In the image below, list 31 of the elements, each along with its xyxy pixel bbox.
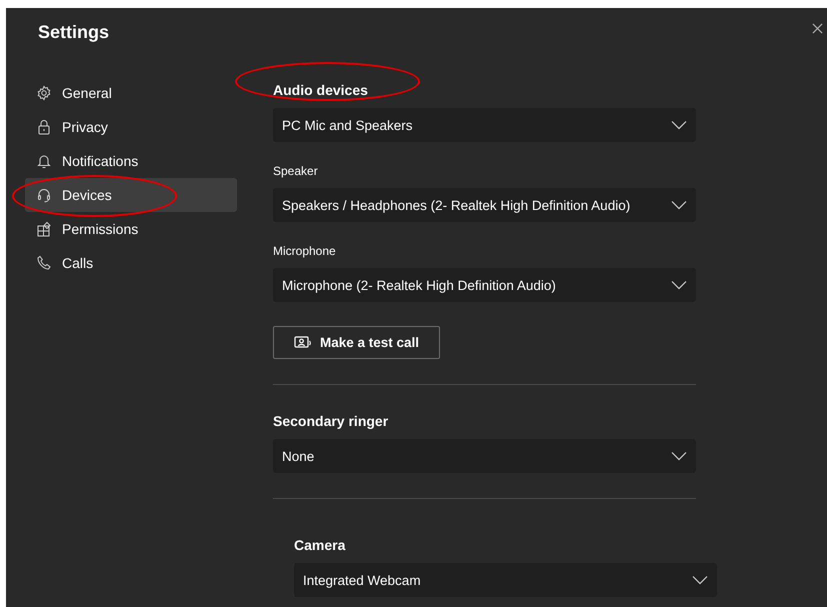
field-label: Speaker: [273, 164, 319, 178]
section-heading: Audio devices: [273, 82, 368, 98]
phone-icon: [36, 255, 52, 271]
chevron-down-icon: [671, 280, 687, 290]
close-icon[interactable]: [812, 23, 823, 34]
lock-icon: [36, 119, 52, 135]
dropdown[interactable]: None: [273, 439, 696, 473]
section-heading: Secondary ringer: [273, 413, 388, 429]
sidebar-item[interactable]: Devices: [25, 178, 237, 212]
field-label: Microphone: [273, 244, 337, 258]
bell-icon: [36, 153, 52, 169]
chevron-down-icon: [692, 575, 708, 585]
chevron-down-icon: [671, 200, 687, 210]
window-title: Settings: [38, 21, 110, 44]
dropdown[interactable]: Speakers / Headphones (2- Realtek High Definition Audio): [273, 188, 696, 222]
dropdown[interactable]: Integrated Webcam: [294, 563, 717, 597]
apps-icon: [36, 221, 52, 237]
gear-icon: [36, 85, 52, 101]
section-heading: Camera: [294, 537, 346, 553]
sidebar-item[interactable]: Calls: [25, 246, 237, 280]
headset-icon: [36, 187, 52, 203]
sidebar-item[interactable]: Notifications: [25, 144, 237, 178]
chevron-down-icon: [671, 120, 687, 130]
sidebar-item[interactable]: General: [25, 76, 237, 110]
test-call-button[interactable]: Make a test call: [273, 326, 440, 359]
sidebar-item[interactable]: Permissions: [25, 212, 237, 246]
dropdown[interactable]: PC Mic and Speakers: [273, 108, 696, 142]
sidebar-item[interactable]: Privacy: [25, 110, 237, 144]
chevron-down-icon: [671, 451, 687, 461]
dropdown[interactable]: Microphone (2- Realtek High Definition Audio): [273, 268, 696, 302]
call-screen-icon: [294, 336, 312, 350]
